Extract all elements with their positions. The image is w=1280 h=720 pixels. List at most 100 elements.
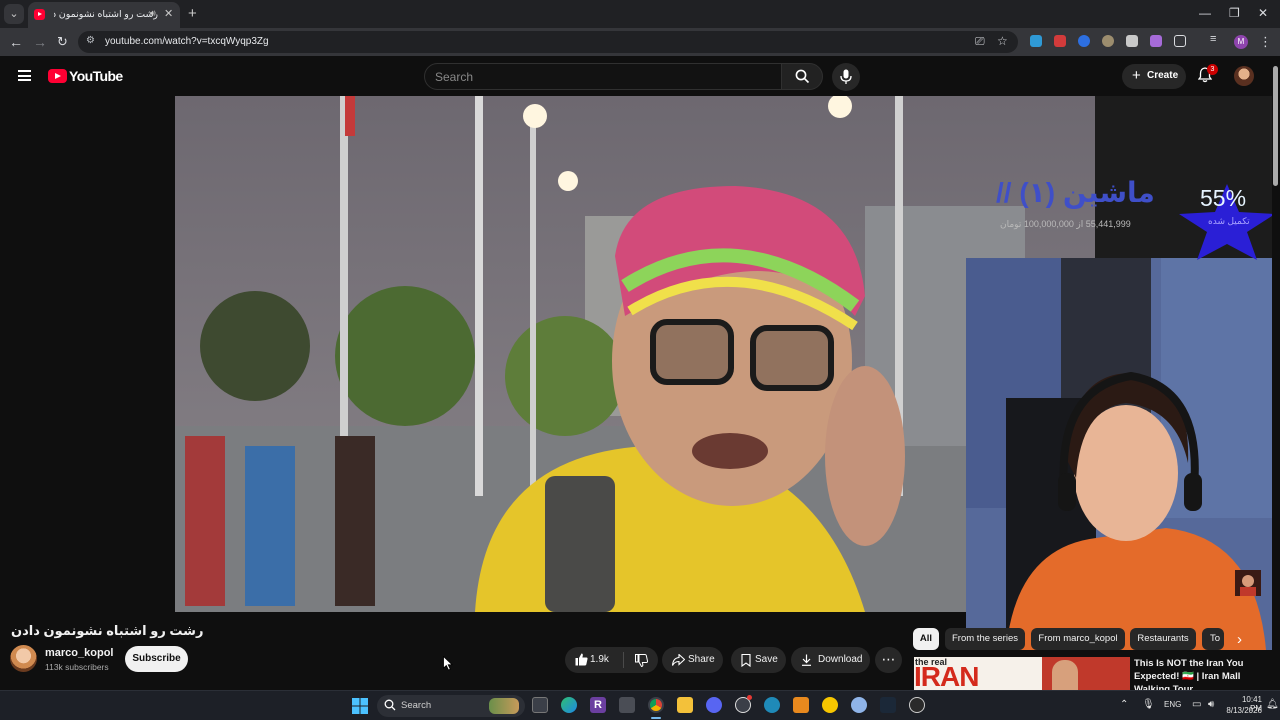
plus-icon: +: [1132, 67, 1141, 84]
like-count: 1.9k: [590, 654, 609, 665]
browser-menu-icon[interactable]: ⋮: [1259, 33, 1272, 51]
orange-app-icon[interactable]: [793, 697, 809, 713]
close-tab-icon[interactable]: ✕: [164, 7, 173, 20]
hamburger-menu-icon[interactable]: [18, 70, 31, 81]
chip-restaurants[interactable]: Restaurants: [1130, 628, 1196, 650]
chip-from-channel[interactable]: From marco_kopol: [1031, 628, 1125, 650]
extension-1-icon[interactable]: [1030, 35, 1042, 47]
subscriber-count: 113k subscribers: [45, 662, 109, 672]
subscribe-button[interactable]: Subscribe: [125, 646, 188, 672]
discord-icon[interactable]: [706, 697, 722, 713]
like-button[interactable]: 1.9k: [565, 647, 622, 673]
extension-2-icon[interactable]: [1054, 35, 1066, 47]
more-actions-button[interactable]: ⋯: [875, 647, 902, 673]
steam-icon[interactable]: [880, 697, 896, 713]
create-label: Create: [1147, 70, 1179, 81]
small-avatar-image: [1235, 570, 1261, 596]
tray-volume-icon[interactable]: 🔊︎: [1208, 699, 1214, 710]
streamer-webcam: [966, 258, 1280, 650]
active-app-indicator: [651, 717, 661, 719]
share-label: Share: [688, 654, 715, 665]
address-bar[interactable]: ⚙ youtube.com/watch?v=txcqWyqp3Zg ⎚ ☆: [78, 31, 1018, 53]
thumbnail-headline: IRAN: [914, 661, 979, 690]
task-view-icon[interactable]: [532, 697, 548, 713]
extension-6-icon[interactable]: [1150, 35, 1162, 47]
notification-center-icon[interactable]: 🔔︎: [1266, 699, 1279, 710]
browser-tab[interactable]: رشت رو اشتباه نشونمون دادن (3) 🔊︎ ✕: [28, 2, 180, 28]
video-title: رشت رو اشتباه نشونمون دادن: [11, 623, 204, 638]
youtube-logo-icon[interactable]: [48, 69, 67, 83]
chip-from-the-series[interactable]: From the series: [945, 628, 1025, 650]
audio-playing-icon[interactable]: 🔊︎: [150, 8, 156, 19]
thumbs-down-icon: [635, 654, 648, 667]
page-scrollbar-thumb[interactable]: [1273, 66, 1278, 186]
tab-search-button[interactable]: ⌄: [4, 4, 24, 24]
forward-icon[interactable]: →: [33, 33, 47, 51]
donation-percent: 55%: [1200, 185, 1247, 211]
donation-percent-caption: تکمیل شده: [1208, 216, 1250, 226]
thumbs-up-icon: [575, 653, 588, 666]
video-player[interactable]: ماشین (۱) // 55% تکمیل شده 55,441,999 از…: [0, 96, 1280, 650]
search-input[interactable]: [425, 64, 781, 89]
windows-start-icon[interactable]: [352, 698, 368, 714]
webcam-image: [966, 258, 1280, 650]
video-frame[interactable]: [175, 96, 1095, 612]
user-avatar[interactable]: [1234, 66, 1254, 86]
minimize-icon[interactable]: —: [1199, 6, 1211, 20]
search-button[interactable]: [781, 63, 823, 90]
chip-truncated[interactable]: To: [1202, 628, 1224, 650]
search-box: [424, 63, 782, 90]
shield-extension-icon[interactable]: [1126, 35, 1138, 47]
extensions-puzzle-icon[interactable]: [1174, 35, 1186, 47]
browser-toolbar: ← → ↻ ⚙ youtube.com/watch?v=txcqWyqp3Zg …: [0, 28, 1280, 56]
cube-app-icon[interactable]: [619, 697, 635, 713]
reading-list-icon[interactable]: ≡: [1210, 33, 1222, 45]
restore-icon[interactable]: ❐: [1229, 6, 1240, 20]
url-text[interactable]: youtube.com/watch?v=txcqWyqp3Zg: [105, 36, 269, 47]
app-notification-dot: [747, 695, 752, 700]
youtube-logo-text[interactable]: YouTube: [69, 68, 123, 84]
youtube-favicon-icon: [34, 9, 45, 20]
tray-chevron-icon[interactable]: ⌃: [1120, 699, 1128, 710]
edge-browser-icon[interactable]: [561, 697, 577, 713]
taskbar-search-icon: [384, 699, 396, 711]
install-app-icon[interactable]: ⎚: [975, 34, 985, 49]
yellow-app-icon[interactable]: [822, 697, 838, 713]
dislike-button[interactable]: [624, 647, 658, 673]
new-tab-icon[interactable]: +: [188, 5, 197, 23]
vpn-app-icon[interactable]: [764, 697, 780, 713]
notification-count-badge: 3: [1207, 64, 1218, 75]
tray-display-icon[interactable]: ▭: [1192, 699, 1201, 710]
close-window-icon[interactable]: ✕: [1258, 6, 1268, 20]
chips-next-arrow-icon[interactable]: ›: [1237, 631, 1242, 648]
extension-4-icon[interactable]: [1102, 35, 1114, 47]
voice-search-button[interactable]: [832, 63, 860, 91]
bookmark-star-icon[interactable]: ☆: [997, 34, 1008, 48]
download-icon: [802, 654, 811, 666]
like-dislike-group: 1.9k: [565, 647, 658, 673]
create-button[interactable]: + Create: [1122, 64, 1186, 89]
share-button[interactable]: Share: [662, 647, 723, 673]
channel-name[interactable]: marco_kopol: [45, 647, 113, 659]
r-app-icon[interactable]: R: [590, 697, 606, 713]
save-button[interactable]: Save: [731, 647, 786, 673]
site-info-icon[interactable]: ⚙: [86, 35, 95, 46]
donation-amount: 55,441,999 از 100,000,000 تومان: [1000, 219, 1131, 229]
back-icon[interactable]: ←: [9, 33, 23, 51]
browser-profile-avatar[interactable]: M: [1234, 35, 1248, 49]
tray-mic-icon[interactable]: 🎙︎: [1142, 699, 1155, 710]
file-explorer-icon[interactable]: [677, 697, 693, 713]
blue-app-icon[interactable]: [851, 697, 867, 713]
share-icon: [672, 654, 685, 666]
channel-avatar[interactable]: [10, 645, 37, 672]
reload-icon[interactable]: ↻: [57, 33, 68, 51]
chrome-browser-icon[interactable]: [648, 697, 664, 713]
recommendation-thumbnail[interactable]: the real IRAN: [914, 657, 1130, 690]
media-player-icon[interactable]: [909, 697, 925, 713]
extension-3-icon[interactable]: [1078, 35, 1090, 47]
download-button[interactable]: Download: [791, 647, 870, 673]
chip-all[interactable]: All: [913, 628, 939, 650]
clock-date[interactable]: 8/13/2026: [1224, 706, 1262, 715]
keyboard-language[interactable]: ENG: [1164, 700, 1181, 709]
taskbar-search-box[interactable]: Search: [377, 695, 525, 717]
